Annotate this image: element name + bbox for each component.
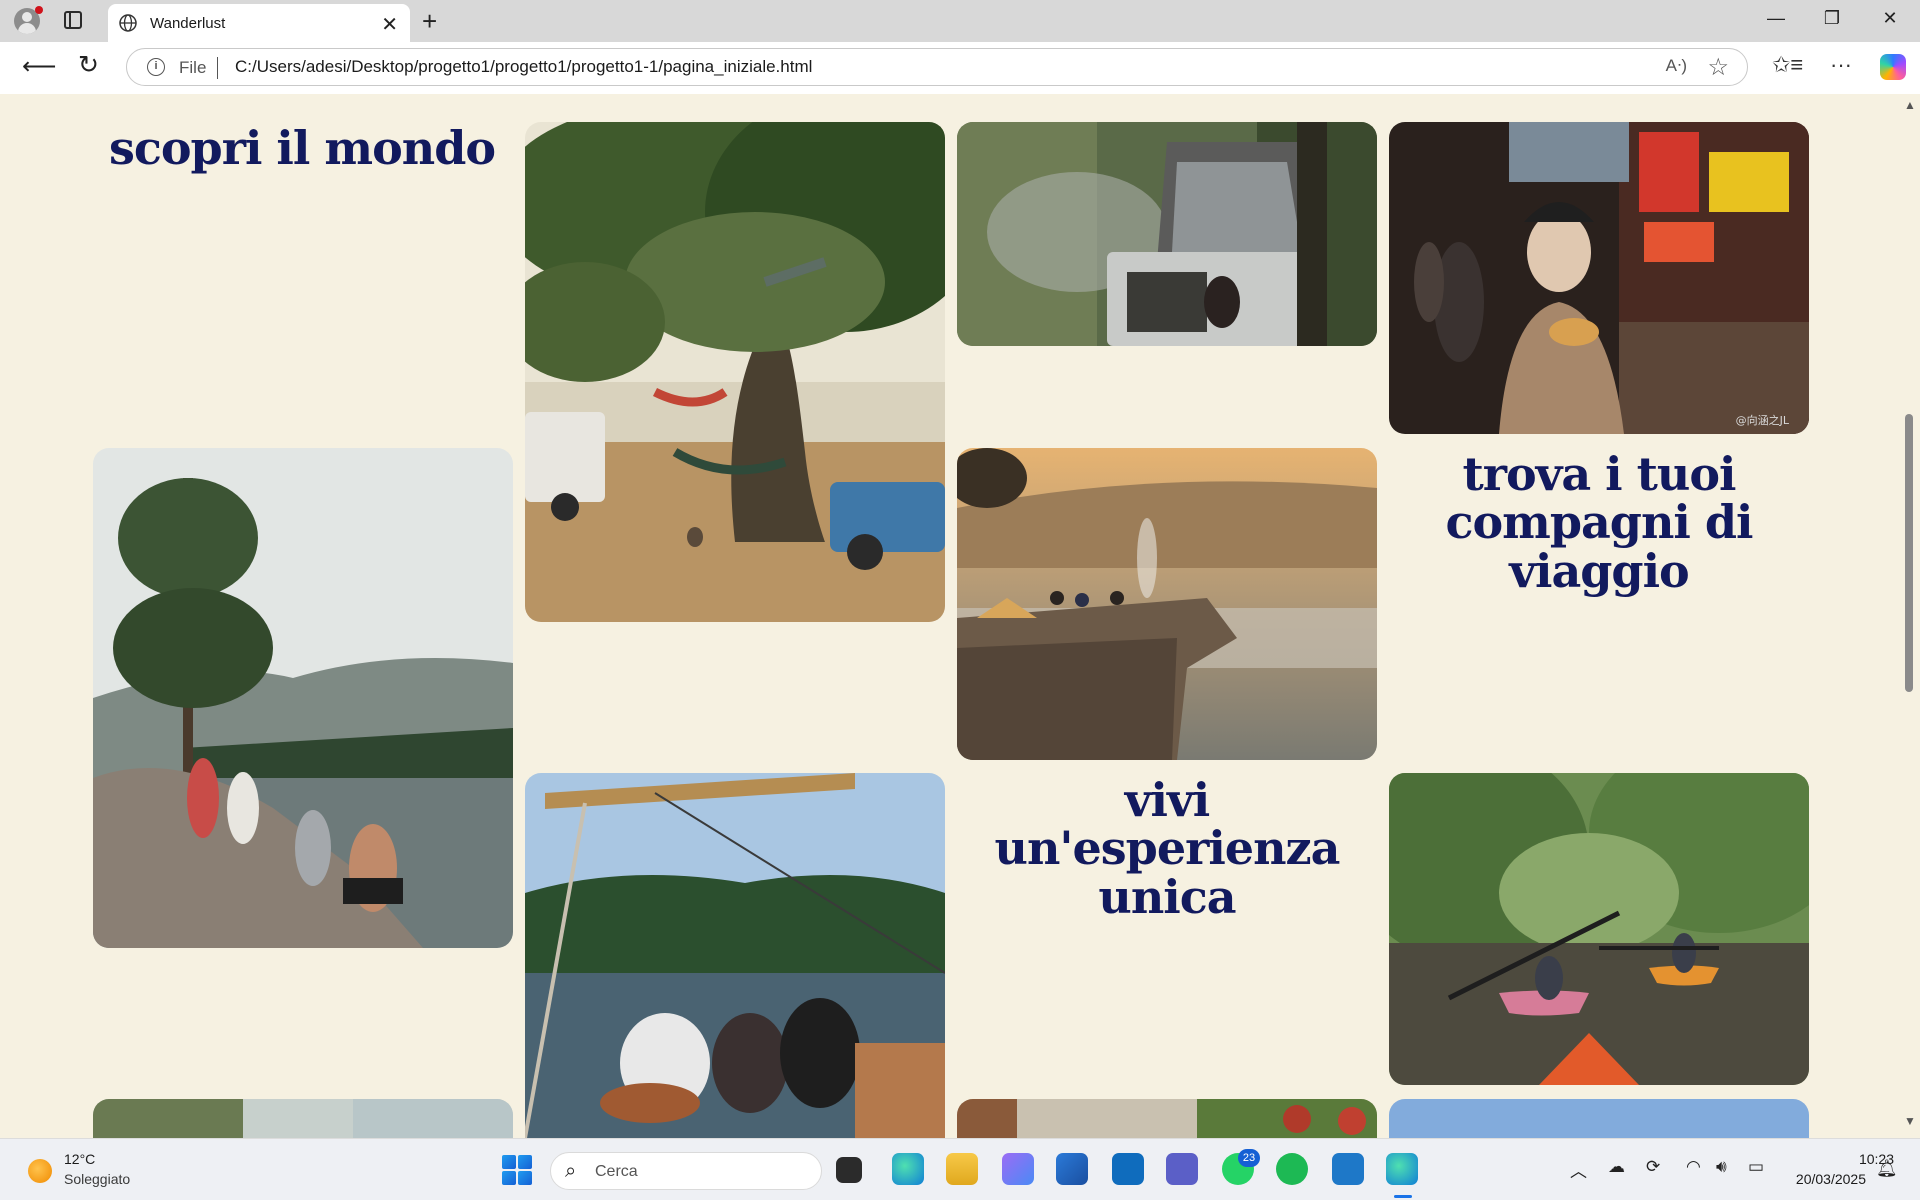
profile-notification-dot [35,6,43,14]
read-aloud-icon[interactable]: Aᐧ) [1666,56,1687,76]
address-bar[interactable]: i File C:/Users/adesi/Desktop/progetto1/… [126,48,1748,86]
globe-icon [119,14,137,32]
favorite-star-icon[interactable]: ☆ [1707,53,1729,82]
teams-icon[interactable] [1166,1153,1198,1185]
windows-start-icon[interactable] [502,1155,532,1185]
reload-icon[interactable]: ↻ [78,50,99,80]
microsoft-store-icon[interactable] [1056,1153,1088,1185]
tab-wanderlust[interactable]: Wanderlust ✕ [108,4,410,42]
tab-title: Wanderlust [150,15,226,32]
scroll-down-icon[interactable]: ▼ [1904,1114,1916,1128]
show-hidden-icons-icon[interactable]: ︿ [1570,1157,1587,1182]
vscode-icon[interactable] [1332,1153,1364,1185]
volume-icon[interactable]: 🔊︎ [1716,1157,1727,1177]
search-icon: ⌕ [565,1160,577,1182]
oak-tree-hammocks-photo [525,122,945,622]
browser-toolbar: ⟵ ↻ i File C:/Users/adesi/Desktop/proget… [0,42,1920,94]
more-options-icon[interactable]: ··· [1830,52,1852,78]
info-icon[interactable]: i [147,58,165,76]
page-scrollbar[interactable]: ▲ ▼ [1900,94,1920,1138]
onedrive-cloud-icon[interactable]: ☁ [1608,1157,1625,1177]
sky-photo-partial [1389,1099,1809,1138]
weather-description[interactable]: Soleggiato [64,1171,130,1187]
address-url[interactable]: C:/Users/adesi/Desktop/progetto1/progett… [235,57,812,77]
taskbar-search[interactable]: ⌕ Cerca [550,1152,822,1190]
sailboat-guitar-photo [525,773,945,1138]
rooftop-tent-camping-photo [957,122,1377,346]
heading-discover: scopri il mondo [108,121,496,175]
spotify-icon[interactable] [1276,1153,1308,1185]
waterfall-photo-partial [93,1099,513,1138]
photo-watermark: @向涵之JL [1736,413,1790,427]
new-tab-button[interactable]: + [422,6,437,37]
weather-temperature[interactable]: 12°C [64,1151,95,1167]
copilot-app-icon[interactable] [1002,1153,1034,1185]
edge-active-icon[interactable] [1386,1153,1418,1185]
favorites-list-icon[interactable]: ✩≡ [1772,52,1803,78]
restore-button[interactable]: ❐ [1812,8,1852,34]
tab-close-icon[interactable]: ✕ [381,12,398,37]
cliff-sunrise-campers-photo [957,448,1377,760]
heading-companions: trova i tuoi compagni di viaggio [1445,447,1753,598]
river-kayaking-photo [1389,773,1809,1085]
copilot-icon[interactable] [1880,54,1906,80]
battery-icon[interactable]: ▭ [1748,1157,1764,1177]
edge-browser-icon[interactable] [892,1153,924,1185]
clock-date[interactable]: 20/03/2025 [1778,1171,1866,1187]
windows-taskbar: 12°C Soleggiato ⌕ Cerca 23 ︿ ☁ ⟳ ◠ 🔊︎ ▭ … [0,1138,1920,1200]
sun-icon[interactable] [28,1159,52,1183]
task-view-icon[interactable] [836,1157,862,1183]
street-food-market-photo: @向涵之JL [1389,122,1809,434]
notifications-bell-icon[interactable]: 🔔︎ [1876,1159,1898,1179]
active-app-indicator [1394,1195,1412,1198]
file-explorer-icon[interactable] [946,1153,978,1185]
minimize-button[interactable]: — [1756,8,1796,34]
scroll-up-icon[interactable]: ▲ [1904,98,1916,112]
lakeside-friends-photo [93,448,513,948]
scrollbar-thumb[interactable] [1905,414,1913,692]
address-separator [217,57,218,79]
heading-experience: vivi un'esperienza unica [994,773,1341,924]
outlook-icon[interactable] [1112,1153,1144,1185]
tab-actions-icon[interactable] [64,11,82,29]
vegetables-photo-partial [957,1099,1377,1138]
back-arrow-icon[interactable]: ⟵ [22,52,56,81]
page-content: scopri il mondo @向涵之JL trova i tuoi comp… [0,94,1900,1138]
close-window-button[interactable]: ✕ [1870,8,1910,34]
search-placeholder: Cerca [595,1163,638,1180]
sync-icon[interactable]: ⟳ [1646,1157,1660,1177]
wifi-icon[interactable]: ◠ [1686,1157,1701,1177]
whatsapp-unread-badge: 23 [1238,1149,1260,1167]
browser-tab-bar: Wanderlust ✕ + — ❐ ✕ [0,0,1920,42]
address-scheme: File [179,58,207,77]
